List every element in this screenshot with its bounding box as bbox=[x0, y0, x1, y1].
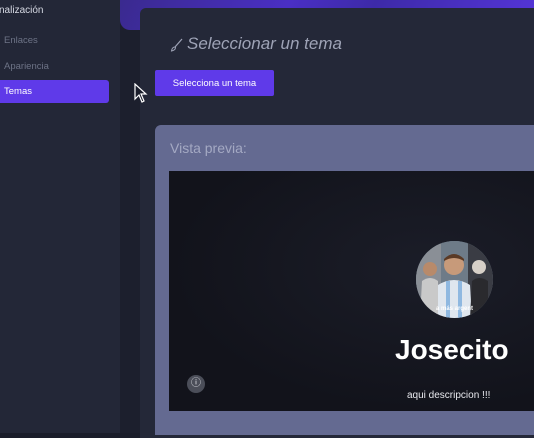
avatar: a más argent bbox=[416, 241, 493, 318]
sidebar-item-enlaces[interactable]: Enlaces bbox=[0, 29, 109, 52]
brush-icon bbox=[170, 38, 183, 52]
mouse-cursor-icon bbox=[134, 83, 148, 103]
sidebar: nalización Enlaces Apariencia Temas bbox=[0, 0, 120, 433]
page-title-text: Seleccionar un tema bbox=[187, 34, 342, 53]
info-icon[interactable]: ⓘ bbox=[187, 375, 205, 393]
page-title: Seleccionar un tema bbox=[170, 34, 342, 54]
preview-label: Vista previa: bbox=[170, 140, 247, 156]
sidebar-title: nalización bbox=[0, 5, 44, 16]
sidebar-item-apariencia[interactable]: Apariencia bbox=[0, 55, 109, 78]
profile-name: Josecito bbox=[395, 334, 509, 365]
profile-description: aqui descripcion !!! bbox=[407, 390, 491, 401]
select-theme-button[interactable]: Selecciona un tema bbox=[155, 70, 274, 96]
sidebar-item-temas[interactable]: Temas bbox=[0, 80, 109, 103]
avatar-caption: a más argent bbox=[435, 306, 474, 312]
